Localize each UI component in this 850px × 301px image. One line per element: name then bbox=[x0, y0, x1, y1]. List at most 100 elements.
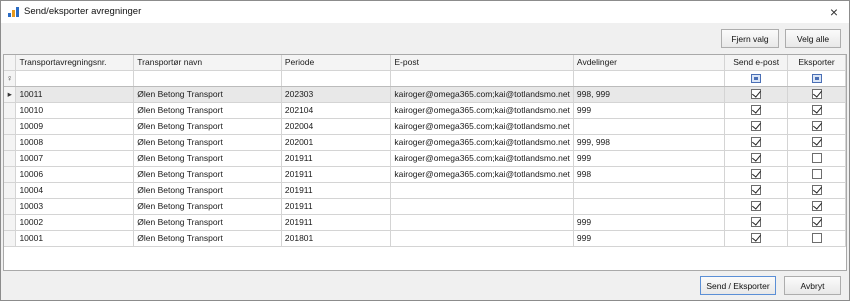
cell-export[interactable] bbox=[787, 86, 846, 103]
cell-carrier: Ølen Betong Transport bbox=[133, 230, 282, 247]
table-row[interactable]: 10003 Ølen Betong Transport 201911 bbox=[4, 198, 846, 215]
table-row[interactable]: 10004 Ølen Betong Transport 201911 bbox=[4, 182, 846, 199]
send-email-checkbox[interactable] bbox=[751, 217, 762, 228]
row-indicator bbox=[4, 166, 17, 183]
cell-send-email[interactable] bbox=[724, 134, 789, 151]
export-checkbox[interactable] bbox=[811, 137, 822, 148]
table-row[interactable]: 10010 Ølen Betong Transport 202104 kairoger… bbox=[4, 102, 846, 119]
table-row[interactable]: ▸ 10011 Ølen Betong Transport 202303 kairoge… bbox=[4, 86, 846, 103]
send-email-checkbox[interactable] bbox=[751, 185, 762, 196]
export-checkbox[interactable] bbox=[811, 233, 822, 244]
cell-export[interactable] bbox=[787, 182, 846, 199]
cell-send-email[interactable] bbox=[724, 214, 789, 231]
filter-cell-send-email[interactable] bbox=[724, 70, 789, 87]
export-checkbox[interactable] bbox=[811, 105, 822, 116]
cell-send-email[interactable] bbox=[724, 118, 789, 135]
send-email-checkbox[interactable] bbox=[751, 153, 762, 164]
cell-export[interactable] bbox=[787, 198, 846, 215]
send-email-checkbox[interactable] bbox=[751, 169, 762, 180]
cell-export[interactable] bbox=[787, 118, 846, 135]
table-row[interactable]: 10002 Ølen Betong Transport 201911 999 bbox=[4, 214, 846, 231]
send-email-checkbox[interactable] bbox=[751, 105, 762, 116]
cell-export[interactable] bbox=[787, 134, 846, 151]
cell-send-email[interactable] bbox=[724, 102, 789, 119]
send-email-checkbox[interactable] bbox=[751, 121, 762, 132]
cell-send-email[interactable] bbox=[724, 230, 789, 247]
cell-carrier: Ølen Betong Transport bbox=[133, 118, 282, 135]
cancel-button[interactable]: Avbryt bbox=[784, 276, 841, 295]
cell-email: kairoger@omega365.com;kai@totlandsmo.net bbox=[390, 134, 574, 151]
cell-departments bbox=[573, 198, 726, 215]
cell-export[interactable] bbox=[787, 214, 846, 231]
cell-period: 201911 bbox=[281, 166, 392, 183]
col-header-departments[interactable]: Avdelinger bbox=[573, 55, 726, 71]
cell-send-email[interactable] bbox=[724, 150, 789, 167]
cell-export[interactable] bbox=[787, 150, 846, 167]
table-row[interactable]: 10008 Ølen Betong Transport 202001 kairoger… bbox=[4, 134, 846, 151]
filter-checkbox-export[interactable] bbox=[811, 74, 822, 84]
cell-export[interactable] bbox=[787, 230, 846, 247]
cell-nr: 10002 bbox=[15, 214, 135, 231]
cell-export[interactable] bbox=[787, 166, 846, 183]
row-indicator bbox=[4, 230, 17, 247]
filter-cell-carrier[interactable] bbox=[133, 70, 282, 87]
cell-carrier: Ølen Betong Transport bbox=[133, 86, 282, 103]
filter-icon: ♀ bbox=[4, 70, 17, 87]
cell-send-email[interactable] bbox=[724, 86, 789, 103]
export-checkbox[interactable] bbox=[811, 201, 822, 212]
cell-send-email[interactable] bbox=[724, 198, 789, 215]
cell-departments: 999, 998 bbox=[573, 134, 726, 151]
export-checkbox[interactable] bbox=[811, 185, 822, 196]
col-header-export[interactable]: Eksporter bbox=[787, 55, 846, 71]
cell-carrier: Ølen Betong Transport bbox=[133, 182, 282, 199]
send-export-button[interactable]: Send / Eksporter bbox=[700, 276, 776, 295]
cell-send-email[interactable] bbox=[724, 182, 789, 199]
window-title: Send/eksporter avregninger bbox=[24, 6, 142, 17]
send-email-checkbox[interactable] bbox=[751, 89, 762, 100]
close-icon[interactable]: × bbox=[825, 3, 843, 21]
export-checkbox[interactable] bbox=[811, 153, 822, 164]
cell-email: kairoger@omega365.com;kai@totlandsmo.net bbox=[390, 102, 574, 119]
dialog-window: Send/eksporter avregninger × Fjern valg … bbox=[0, 0, 850, 301]
send-email-checkbox[interactable] bbox=[751, 233, 762, 244]
cell-nr: 10001 bbox=[15, 230, 135, 247]
col-header-send-email[interactable]: Send e-post bbox=[724, 55, 789, 71]
export-checkbox[interactable] bbox=[811, 89, 822, 100]
col-header-period[interactable]: Periode bbox=[281, 55, 392, 71]
col-header-carrier[interactable]: Transportør navn bbox=[133, 55, 282, 71]
select-all-button[interactable]: Velg alle bbox=[785, 29, 841, 48]
cell-email bbox=[390, 230, 574, 247]
cell-export[interactable] bbox=[787, 102, 846, 119]
send-email-checkbox[interactable] bbox=[751, 201, 762, 212]
cell-send-email[interactable] bbox=[724, 166, 789, 183]
send-email-checkbox[interactable] bbox=[751, 137, 762, 148]
table-row[interactable]: 10006 Ølen Betong Transport 201911 kairoger… bbox=[4, 166, 846, 183]
export-checkbox[interactable] bbox=[811, 121, 822, 132]
title-bar: Send/eksporter avregninger × bbox=[1, 1, 849, 23]
row-indicator bbox=[4, 182, 17, 199]
filter-cell-email[interactable] bbox=[390, 70, 574, 87]
header-row: Transportavregningsnr. Transportør navn … bbox=[4, 55, 846, 71]
export-checkbox[interactable] bbox=[811, 169, 822, 180]
cell-carrier: Ølen Betong Transport bbox=[133, 166, 282, 183]
cell-carrier: Ølen Betong Transport bbox=[133, 214, 282, 231]
row-indicator bbox=[4, 198, 17, 215]
row-indicator bbox=[4, 134, 17, 151]
table-row[interactable]: 10007 Ølen Betong Transport 201911 kairoger… bbox=[4, 150, 846, 167]
cell-email: kairoger@omega365.com;kai@totlandsmo.net bbox=[390, 150, 574, 167]
filter-cell-departments[interactable] bbox=[573, 70, 726, 87]
filter-checkbox-send-email[interactable] bbox=[751, 74, 762, 84]
col-header-email[interactable]: E-post bbox=[390, 55, 574, 71]
col-header-nr[interactable]: Transportavregningsnr. bbox=[15, 55, 135, 71]
table-row[interactable]: 10001 Ølen Betong Transport 201801 999 bbox=[4, 230, 846, 247]
filter-cell-nr[interactable] bbox=[15, 70, 135, 87]
cell-departments: 999 bbox=[573, 102, 726, 119]
footer: Send / Eksporter Avbryt bbox=[3, 271, 847, 299]
cell-period: 201911 bbox=[281, 182, 392, 199]
cell-departments: 998 bbox=[573, 166, 726, 183]
deselect-button[interactable]: Fjern valg bbox=[721, 29, 779, 48]
filter-cell-export[interactable] bbox=[787, 70, 846, 87]
export-checkbox[interactable] bbox=[811, 217, 822, 228]
filter-cell-period[interactable] bbox=[281, 70, 392, 87]
table-row[interactable]: 10009 Ølen Betong Transport 202004 kairoger… bbox=[4, 118, 846, 135]
